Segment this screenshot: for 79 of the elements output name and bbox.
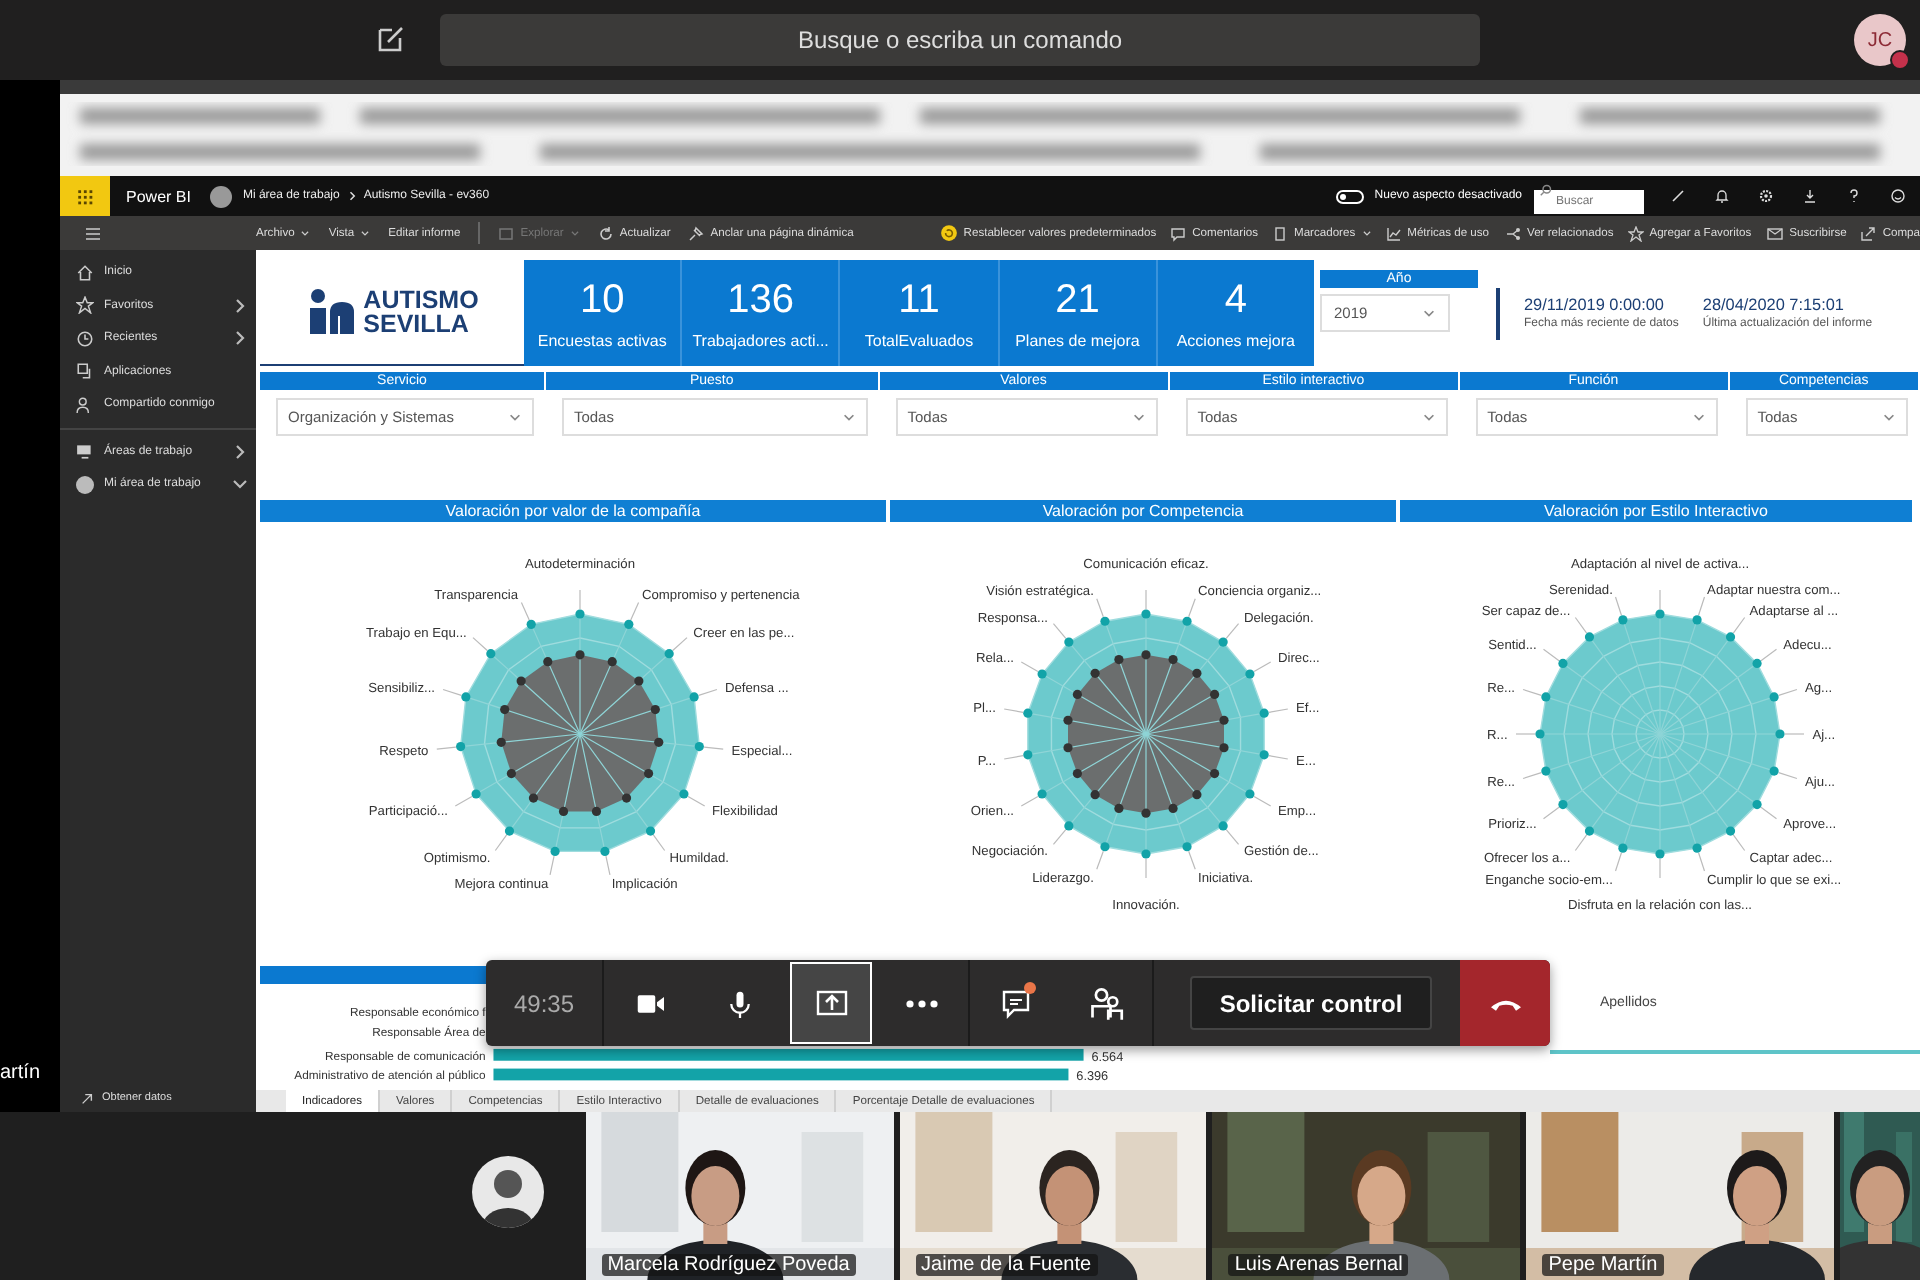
avatar[interactable]: JC bbox=[1854, 14, 1906, 66]
date-value: 29/11/2019 0:00:00 bbox=[1524, 296, 1666, 314]
avatar bbox=[472, 1156, 544, 1228]
participant-name: Luis Arenas Bernal bbox=[1228, 1254, 1409, 1276]
clock-icon[interactable] bbox=[76, 329, 94, 348]
chevron-right-icon[interactable] bbox=[232, 297, 248, 314]
share-screen-icon bbox=[813, 987, 850, 1019]
app-name: Power BI bbox=[126, 187, 191, 205]
chevron-down-icon bbox=[841, 410, 856, 424]
chevron-down-icon bbox=[1882, 410, 1897, 424]
help-icon[interactable] bbox=[1846, 188, 1862, 204]
kpi-label: Encuestas activas bbox=[537, 331, 667, 349]
chat-icon bbox=[999, 987, 1032, 1019]
chart-title: Valoración por valor de la compañía bbox=[260, 500, 886, 522]
chevron-down-icon bbox=[1691, 410, 1706, 424]
chevron-down-icon bbox=[507, 410, 522, 424]
chevron-down-icon[interactable] bbox=[232, 476, 248, 493]
monitor-icon[interactable] bbox=[76, 442, 94, 461]
kpi-label: Planes de mejora bbox=[1015, 331, 1140, 349]
status-dot bbox=[1890, 50, 1910, 70]
apps-icon[interactable] bbox=[76, 362, 94, 381]
chevron-down-icon bbox=[1361, 228, 1372, 238]
share-nodes-icon[interactable] bbox=[1503, 225, 1522, 241]
reset-icon[interactable] bbox=[939, 224, 958, 242]
kpi-label: Trabajadores acti... bbox=[692, 331, 829, 349]
refresh-icon[interactable] bbox=[597, 225, 614, 241]
home-icon[interactable] bbox=[76, 263, 94, 282]
compose-icon[interactable] bbox=[374, 24, 406, 56]
kpi-value: 11 bbox=[898, 277, 940, 323]
kpi-value: 136 bbox=[727, 277, 794, 323]
download-icon[interactable] bbox=[1802, 188, 1818, 204]
export-icon[interactable] bbox=[1860, 225, 1877, 241]
avatar bbox=[76, 475, 94, 494]
people-icon bbox=[1087, 985, 1124, 1021]
app-launcher-icon[interactable] bbox=[60, 176, 110, 216]
bell-icon[interactable] bbox=[1714, 188, 1730, 204]
pin-icon[interactable] bbox=[688, 225, 705, 241]
more-icon bbox=[906, 999, 939, 1007]
chevron-down-icon bbox=[300, 228, 311, 238]
participant-name: Marcela Rodríguez Poveda bbox=[601, 1254, 856, 1276]
share-button[interactable] bbox=[789, 962, 873, 1044]
call-timer: 49:35 bbox=[512, 989, 577, 1017]
chevron-down-icon bbox=[1421, 410, 1436, 424]
expand-icon[interactable] bbox=[1670, 188, 1686, 204]
grid-icon bbox=[76, 187, 94, 205]
chevron-down-icon bbox=[1422, 306, 1436, 320]
kpi-label: TotalEvaluados bbox=[864, 331, 974, 349]
smiley-icon[interactable] bbox=[1890, 188, 1906, 204]
chart-title: Valoración por Competencia bbox=[890, 500, 1396, 522]
chevron-down-icon bbox=[1131, 410, 1146, 424]
logo-text: AUTISMO SEVILLA bbox=[363, 288, 479, 336]
settings-icon[interactable] bbox=[1758, 188, 1774, 204]
chevron-down-icon bbox=[360, 228, 371, 238]
kpi-value: 21 bbox=[1055, 277, 1100, 323]
chevron-right-icon[interactable] bbox=[232, 443, 248, 460]
star-icon[interactable] bbox=[76, 296, 94, 315]
participant-name: artín bbox=[0, 1062, 41, 1084]
request-control-button[interactable]: Solicitar control bbox=[1189, 976, 1433, 1030]
menu-icon[interactable] bbox=[84, 225, 102, 241]
mail-icon[interactable] bbox=[1765, 225, 1784, 241]
kpi-label: Acciones mejora bbox=[1176, 331, 1295, 349]
chevron-right-icon[interactable] bbox=[232, 330, 248, 347]
avatar bbox=[210, 185, 233, 207]
star-icon[interactable] bbox=[1627, 225, 1644, 241]
kpi-value: 10 bbox=[579, 277, 625, 323]
toggle-switch[interactable] bbox=[1336, 189, 1365, 203]
participant-name: Pepe Martín bbox=[1542, 1254, 1664, 1276]
chart-icon[interactable] bbox=[1385, 225, 1402, 241]
kpi-value: 4 bbox=[1224, 277, 1247, 323]
date-value: 28/04/2020 7:15:01 bbox=[1702, 296, 1846, 314]
participant-name: Jaime de la Fuente bbox=[915, 1254, 1098, 1276]
search-field[interactable]: Busque o escriba un comando bbox=[440, 14, 1480, 66]
chevron-right-icon bbox=[345, 190, 358, 202]
chevron-down-icon bbox=[569, 228, 580, 238]
people-icon[interactable] bbox=[76, 395, 94, 414]
arrow-icon bbox=[80, 1091, 94, 1105]
logo-icon bbox=[305, 288, 358, 336]
comment-icon[interactable] bbox=[1170, 225, 1187, 241]
chart-title: Valoración por Estilo Interactivo bbox=[1400, 500, 1912, 522]
